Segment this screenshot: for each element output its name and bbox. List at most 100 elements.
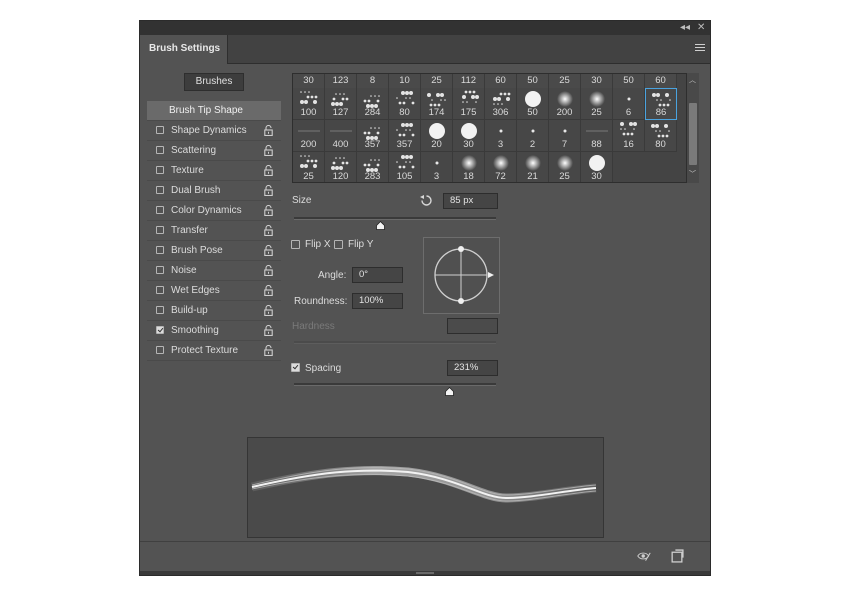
brush-preset[interactable]: 25 — [549, 152, 581, 182]
brush-preset-size[interactable]: 30 — [293, 74, 325, 88]
scroll-up-icon[interactable]: ︿ — [689, 77, 696, 85]
spacing-slider[interactable] — [294, 383, 496, 386]
option-checkbox[interactable] — [156, 266, 164, 274]
option-texture[interactable]: Texture — [147, 161, 281, 181]
brush-preset[interactable]: 283 — [357, 152, 389, 182]
option-checkbox[interactable] — [156, 286, 164, 294]
brush-preset-size[interactable]: 60 — [645, 74, 677, 88]
brush-preset[interactable]: 100 — [293, 88, 325, 120]
option-shape-dynamics[interactable]: Shape Dynamics — [147, 121, 281, 141]
brush-preset[interactable]: 80 — [645, 120, 677, 152]
brush-preset[interactable]: 357 — [357, 120, 389, 152]
option-color-dynamics[interactable]: Color Dynamics — [147, 201, 281, 221]
spacing-checkbox[interactable] — [291, 363, 300, 372]
brush-preset[interactable]: 21 — [517, 152, 549, 182]
brush-preset[interactable]: 284 — [357, 88, 389, 120]
lock-icon[interactable] — [264, 285, 273, 296]
flip-x-checkbox[interactable] — [291, 240, 300, 249]
brush-preset[interactable]: 80 — [389, 88, 421, 120]
brush-preset-size[interactable]: 25 — [421, 74, 453, 88]
option-checkbox[interactable] — [156, 246, 164, 254]
option-dual-brush[interactable]: Dual Brush — [147, 181, 281, 201]
tab-brush-settings[interactable]: Brush Settings — [140, 35, 228, 64]
brush-preset[interactable]: 6 — [613, 88, 645, 120]
lock-icon[interactable] — [264, 245, 273, 256]
brush-preset[interactable]: 25 — [293, 152, 325, 182]
brush-preset[interactable]: 20 — [421, 120, 453, 152]
scroll-thumb[interactable] — [689, 103, 697, 165]
brush-preset-size[interactable]: 50 — [517, 74, 549, 88]
spacing-slider-thumb[interactable] — [444, 387, 454, 396]
option-brush-tip-shape[interactable]: Brush Tip Shape — [147, 101, 281, 121]
lock-icon[interactable] — [264, 145, 273, 156]
brush-preset[interactable]: 2 — [517, 120, 549, 152]
brush-preset[interactable]: 120 — [325, 152, 357, 182]
lock-icon[interactable] — [264, 265, 273, 276]
brush-preset-size[interactable]: 25 — [549, 74, 581, 88]
brush-preset-size[interactable]: 123 — [325, 74, 357, 88]
option-wet-edges[interactable]: Wet Edges — [147, 281, 281, 301]
brush-preset-size[interactable]: 30 — [581, 74, 613, 88]
brush-preset[interactable]: 175 — [453, 88, 485, 120]
option-transfer[interactable]: Transfer — [147, 221, 281, 241]
lock-icon[interactable] — [264, 305, 273, 316]
option-checkbox[interactable] — [156, 326, 164, 334]
scroll-down-icon[interactable]: ﹀ — [689, 171, 696, 179]
close-icon[interactable]: ✕ — [697, 22, 705, 34]
option-noise[interactable]: Noise — [147, 261, 281, 281]
double-chevron-left-icon[interactable]: ◂◂ — [680, 22, 690, 34]
option-checkbox[interactable] — [156, 186, 164, 194]
angle-roundness-widget[interactable] — [423, 237, 500, 314]
panel-menu-icon[interactable] — [695, 44, 705, 53]
size-input[interactable]: 85 px — [443, 193, 498, 209]
brush-preset[interactable]: 400 — [325, 120, 357, 152]
brush-preset-size[interactable]: 10 — [389, 74, 421, 88]
reset-size-icon[interactable] — [420, 194, 433, 207]
resize-grip[interactable] — [140, 571, 710, 575]
brush-preset[interactable]: 200 — [293, 120, 325, 152]
brush-preset[interactable]: 30 — [581, 152, 613, 182]
brush-preset[interactable]: 18 — [453, 152, 485, 182]
lock-icon[interactable] — [264, 125, 273, 136]
brush-preset[interactable]: 200 — [549, 88, 581, 120]
spacing-input[interactable]: 231% — [447, 360, 498, 376]
angle-roundness-dial[interactable] — [424, 238, 499, 313]
brush-grid-scrollbar[interactable]: ︿ ﹀ — [686, 73, 699, 183]
brushes-button[interactable]: Brushes — [184, 73, 244, 91]
lock-icon[interactable] — [264, 185, 273, 196]
lock-icon[interactable] — [264, 225, 273, 236]
option-checkbox[interactable] — [156, 206, 164, 214]
brush-preset[interactable]: 25 — [581, 88, 613, 120]
brush-preset[interactable]: 127 — [325, 88, 357, 120]
toggle-preview-icon[interactable] — [637, 549, 651, 563]
option-build-up[interactable]: Build-up — [147, 301, 281, 321]
option-smoothing[interactable]: Smoothing — [147, 321, 281, 341]
size-slider-thumb[interactable] — [375, 221, 385, 230]
brush-preset[interactable]: 88 — [581, 120, 613, 152]
brush-preset[interactable]: 50 — [517, 88, 549, 120]
brush-preset-size[interactable]: 50 — [613, 74, 645, 88]
brush-preset[interactable]: 7 — [549, 120, 581, 152]
brush-preset[interactable]: 306 — [485, 88, 517, 120]
angle-input[interactable]: 0° — [352, 267, 403, 283]
lock-icon[interactable] — [264, 165, 273, 176]
lock-icon[interactable] — [264, 325, 273, 336]
brush-preset[interactable]: 86 — [645, 88, 677, 120]
brush-preset[interactable]: 30 — [453, 120, 485, 152]
create-new-brush-icon[interactable] — [670, 549, 684, 563]
roundness-input[interactable]: 100% — [352, 293, 403, 309]
flip-y-checkbox[interactable] — [334, 240, 343, 249]
brush-preset-size[interactable]: 8 — [357, 74, 389, 88]
option-brush-pose[interactable]: Brush Pose — [147, 241, 281, 261]
option-checkbox[interactable] — [156, 126, 164, 134]
option-protect-texture[interactable]: Protect Texture — [147, 341, 281, 361]
option-checkbox[interactable] — [156, 166, 164, 174]
brush-preset[interactable]: 16 — [613, 120, 645, 152]
brush-preset[interactable]: 72 — [485, 152, 517, 182]
brush-preset-size[interactable]: 60 — [485, 74, 517, 88]
brush-preset[interactable]: 357 — [389, 120, 421, 152]
option-scattering[interactable]: Scattering — [147, 141, 281, 161]
brush-preset[interactable]: 174 — [421, 88, 453, 120]
brush-preset[interactable]: 3 — [421, 152, 453, 182]
brush-preset[interactable]: 105 — [389, 152, 421, 182]
